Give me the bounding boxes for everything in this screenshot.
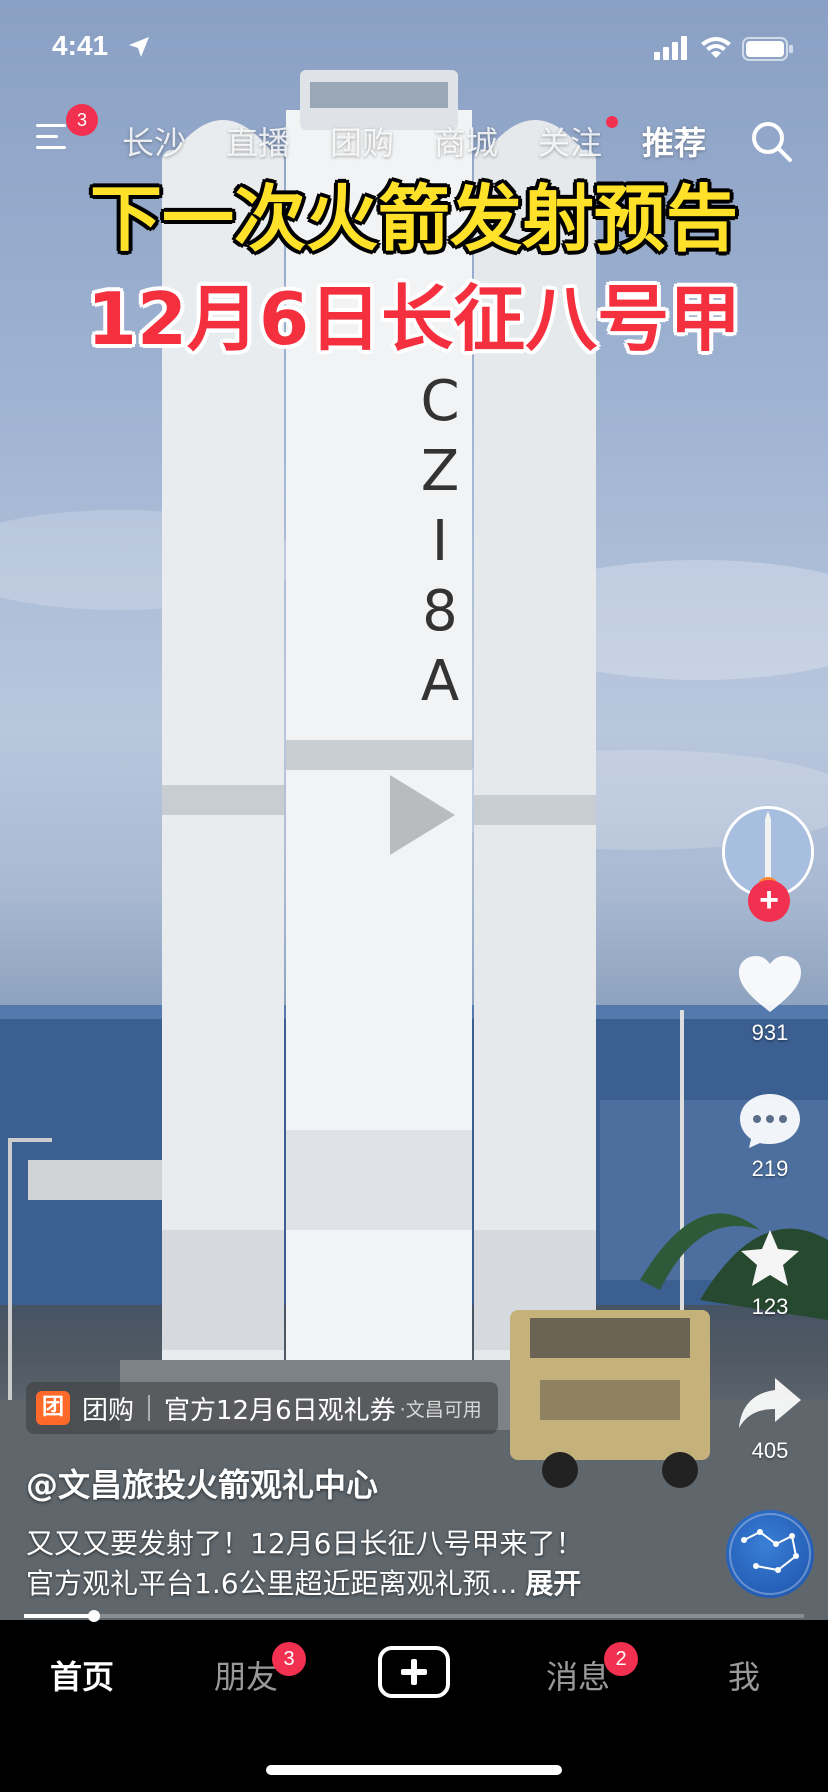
- svg-text:Z: Z: [421, 439, 459, 504]
- caption-line-2-text: 官方观礼平台1.6公里超近距离观礼预...: [26, 1567, 518, 1600]
- group-buy-subtitle: ·文昌可用: [399, 1398, 482, 1421]
- star-icon: [741, 1230, 799, 1286]
- constellation-logo-icon: [729, 1513, 811, 1595]
- favorite-count: 123: [751, 1294, 789, 1319]
- music-disc[interactable]: [726, 1510, 814, 1598]
- group-buy-title: 官方12月6日观礼券: [164, 1395, 396, 1426]
- tab-group-buy[interactable]: 团购: [330, 118, 394, 164]
- cellular-signal-icon: [654, 36, 687, 60]
- group-buy-divider: [148, 1395, 151, 1421]
- tab-following[interactable]: 关注: [538, 118, 602, 164]
- tab-friends[interactable]: 朋友: [214, 1652, 278, 1698]
- group-buy-label: 团购: [82, 1395, 135, 1426]
- group-buy-banner[interactable]: 团 团购 官方12月6日观礼券 ·文昌可用: [26, 1382, 498, 1434]
- status-bar: 4:41: [0, 0, 828, 100]
- tab-recommended[interactable]: 推荐: [642, 118, 706, 164]
- bottom-tab-bar: 首页 朋友 3 消息 2 我: [0, 1622, 828, 1792]
- share-count: 405: [751, 1438, 789, 1463]
- search-icon[interactable]: [748, 118, 794, 164]
- share-arrow-icon: [739, 1378, 801, 1428]
- expand-caption-button[interactable]: 展开: [525, 1567, 581, 1600]
- messages-badge: 2: [604, 1642, 638, 1676]
- caption-line-2: 官方观礼平台1.6公里超近距离观礼预... 展开: [26, 1562, 581, 1602]
- svg-text:C: C: [420, 369, 459, 434]
- svg-text:8: 8: [422, 579, 458, 644]
- wifi-icon: [701, 37, 731, 58]
- comment-icon: [740, 1094, 800, 1148]
- video-progress-bar[interactable]: [24, 1610, 804, 1622]
- tab-live[interactable]: 直播: [226, 118, 290, 164]
- following-new-dot: [606, 116, 618, 128]
- status-time: 4:41: [52, 30, 109, 61]
- tab-me[interactable]: 我: [728, 1652, 760, 1698]
- menu-badge: 3: [66, 104, 98, 136]
- svg-text:I: I: [432, 509, 449, 574]
- create-button[interactable]: [378, 1646, 450, 1698]
- like-button[interactable]: 931: [730, 954, 810, 1046]
- progress-fill: [24, 1614, 95, 1618]
- location-arrow-icon: [129, 37, 149, 57]
- favorite-button[interactable]: 123: [730, 1228, 810, 1320]
- comment-button[interactable]: 219: [730, 1090, 810, 1182]
- caption-line-1: 又又又要发射了！12月6日长征八号甲来了！: [26, 1527, 584, 1560]
- video-headline-date: 12月6日长征八号甲: [86, 277, 742, 361]
- svg-text:A: A: [421, 649, 459, 714]
- like-count: 931: [751, 1020, 789, 1045]
- video-headline-announcement: 下一次火箭发射预告: [89, 177, 738, 261]
- author-name[interactable]: @文昌旅投火箭观礼中心: [26, 1460, 378, 1506]
- follow-button[interactable]: +: [748, 880, 790, 922]
- progress-knob[interactable]: [88, 1610, 101, 1622]
- play-icon[interactable]: [360, 760, 470, 870]
- tab-changsha[interactable]: 长沙: [122, 118, 186, 164]
- home-indicator: [266, 1765, 562, 1775]
- plus-icon: [401, 1659, 427, 1685]
- comment-count: 219: [751, 1156, 789, 1181]
- tab-messages[interactable]: 消息: [546, 1652, 610, 1698]
- tab-home[interactable]: 首页: [50, 1652, 114, 1698]
- share-button[interactable]: 405: [730, 1376, 810, 1464]
- friends-badge: 3: [272, 1642, 306, 1676]
- tab-mall[interactable]: 商城: [434, 118, 498, 164]
- group-buy-icon: 团: [36, 1391, 70, 1425]
- battery-icon: [742, 37, 793, 61]
- heart-icon: [739, 956, 801, 1012]
